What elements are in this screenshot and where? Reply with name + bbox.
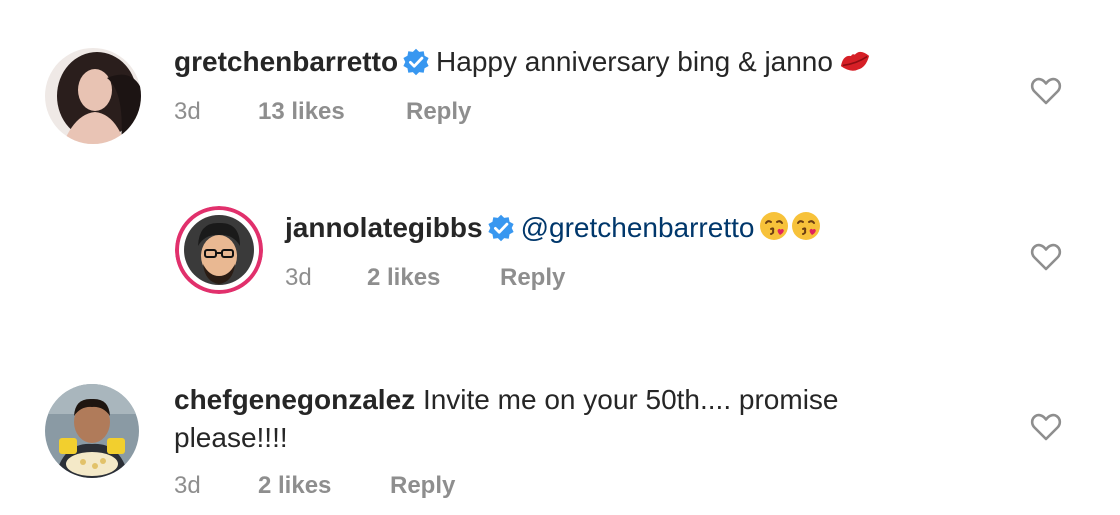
- reply-button[interactable]: Reply: [390, 471, 455, 501]
- comment-meta: 3d 13 likes Reply: [174, 97, 471, 127]
- comment-jannolategibbs: jannolategibbs @gretchenbarretto 3d 2 like…: [0, 170, 1120, 340]
- face-blowing-kiss-icon: [790, 210, 822, 242]
- timestamp: 3d: [285, 264, 312, 291]
- username[interactable]: jannolategibbs: [285, 212, 483, 243]
- username[interactable]: gretchenbarretto: [174, 46, 398, 77]
- face-blowing-kiss-icon: [758, 210, 790, 242]
- comment-text: Happy anniversary bing & janno: [436, 46, 833, 77]
- comment-meta: 3d 2 likes Reply: [285, 263, 565, 293]
- comment-meta: 3d 2 likes Reply: [174, 471, 455, 501]
- reply-button[interactable]: Reply: [500, 263, 565, 293]
- reply-button[interactable]: Reply: [406, 97, 471, 127]
- timestamp: 3d: [174, 472, 201, 499]
- avatar[interactable]: [175, 206, 263, 294]
- verified-badge-icon: [402, 48, 430, 76]
- verified-badge-icon: [487, 214, 515, 242]
- heart-icon[interactable]: [1030, 242, 1062, 272]
- username[interactable]: chefgenegonzalez: [174, 384, 415, 415]
- comment-body: gretchenbarretto Happy anniversary bing &…: [174, 43, 873, 81]
- comment-body: jannolategibbs @gretchenbarretto: [285, 209, 822, 247]
- timestamp: 3d: [174, 98, 201, 125]
- likes-count[interactable]: 2 likes: [367, 263, 500, 293]
- comment-body: chefgenegonzalez Invite me on your 50th.…: [174, 381, 914, 457]
- heart-icon[interactable]: [1030, 412, 1062, 442]
- heart-icon[interactable]: [1030, 76, 1062, 106]
- likes-count[interactable]: 13 likes: [258, 97, 406, 127]
- avatar[interactable]: [45, 48, 141, 144]
- comment-gretchenbarretto: gretchenbarretto Happy anniversary bing &…: [0, 0, 1120, 170]
- mention-link[interactable]: @gretchenbarretto: [521, 212, 755, 243]
- likes-count[interactable]: 2 likes: [258, 471, 390, 501]
- comment-chefgenegonzalez: chefgenegonzalez Invite me on your 50th.…: [0, 340, 1120, 515]
- avatar[interactable]: [45, 384, 139, 478]
- kiss-mark-icon: [837, 46, 873, 76]
